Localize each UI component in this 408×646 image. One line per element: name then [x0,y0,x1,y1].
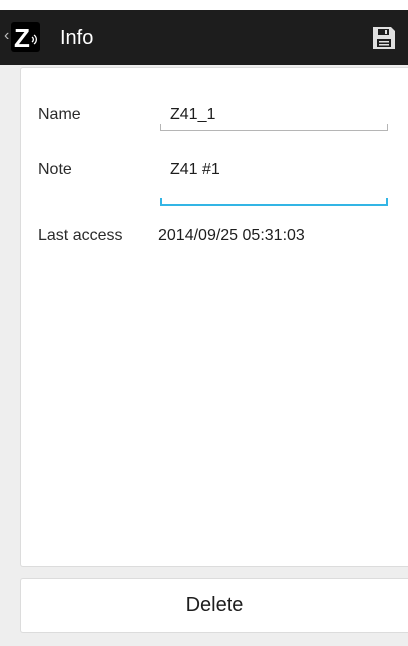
floppy-disk-icon [373,27,395,49]
action-bar: ‹ Z Info [0,10,408,65]
page-title: Info [60,27,94,49]
logo-letter: Z [14,23,30,52]
name-label: Name [38,106,81,123]
note-field-underline [160,198,388,206]
z-wave-logo-icon[interactable]: Z [11,22,40,52]
name-field[interactable]: Z41_1 [170,106,215,124]
last-access-label: Last access [38,227,123,244]
last-access-value: 2014/09/25 05:31:03 [158,227,305,244]
note-label: Note [38,161,72,178]
name-field-underline [160,124,388,131]
info-card: Name Z41_1 Note Z41 #1 Last access 2014/… [20,67,408,567]
page-body: Name Z41_1 Note Z41 #1 Last access 2014/… [0,65,408,646]
chevron-left-icon[interactable]: ‹ [4,26,9,46]
save-button[interactable] [370,24,398,52]
delete-button[interactable]: Delete [20,578,408,633]
note-field[interactable]: Z41 #1 [170,161,220,179]
